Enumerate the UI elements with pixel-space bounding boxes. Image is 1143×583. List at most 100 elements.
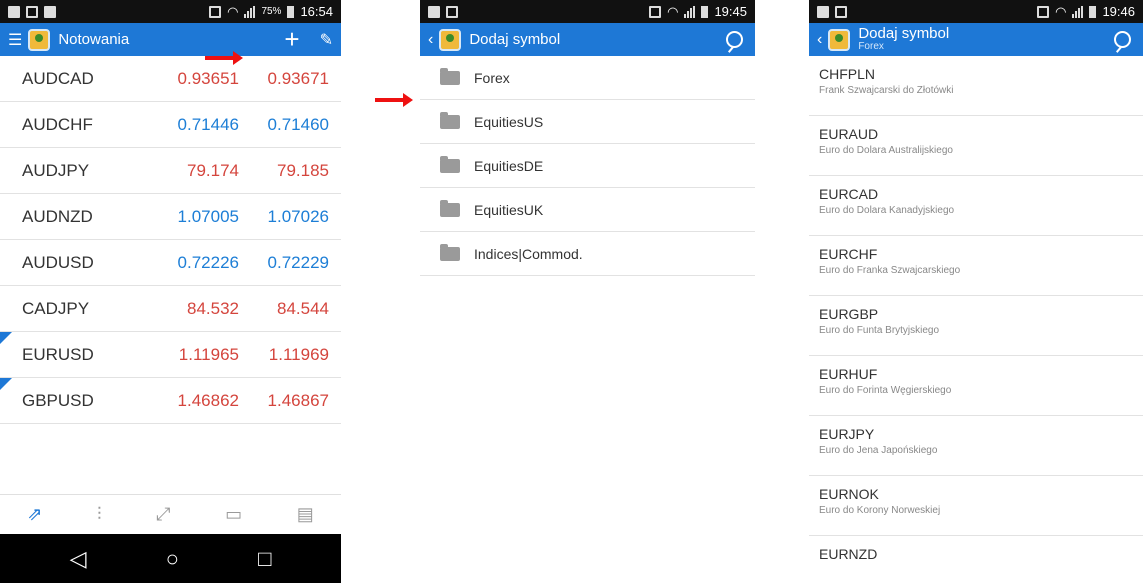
symbol-name: AUDCAD (22, 68, 94, 88)
quote-list: AUDCAD 0.93651 0.93671 AUDCHF 0.71446 0.71460… (0, 56, 341, 424)
bid-price: 0.71446 (177, 114, 239, 134)
symbol-row[interactable]: EURCHF Euro do Franka Szwajcarskiego (809, 236, 1143, 296)
page-title: Dodaj symbol (469, 31, 561, 48)
status-time: 19:45 (714, 4, 747, 19)
page-subtitle: Forex (858, 41, 884, 53)
symbol-name: GBPUSD (22, 390, 94, 410)
add-symbol-icon[interactable]: + (284, 24, 299, 55)
symbol-description: Euro do Dolara Australijskiego (819, 145, 953, 156)
symbol-group-row[interactable]: Forex (420, 56, 755, 100)
group-name: EquitiesUK (474, 201, 544, 218)
add-symbol-forex-screen: ◠ 19:46 ‹ Dodaj symbol Forex CHFPLN Frank… (809, 0, 1143, 583)
ask-price: 84.544 (277, 298, 329, 318)
ask-price: 1.11969 (268, 344, 329, 364)
phone-icon (209, 5, 222, 18)
app-notification-icon (446, 5, 458, 18)
symbol-name: CADJPY (22, 298, 90, 318)
symbol-row[interactable]: CHFPLN Frank Szwajcarski do Złotówki (809, 56, 1143, 116)
back-chevron-icon[interactable]: ‹ (817, 31, 822, 49)
group-name: Indices|Commod. (474, 245, 583, 262)
red-arrow-annotation (375, 93, 413, 107)
history-icon[interactable]: ▭ (225, 504, 242, 525)
folder-icon (440, 199, 460, 217)
symbol-row[interactable]: EURNOK Euro do Korony Norweskiej (809, 476, 1143, 536)
bid-price: 84.532 (187, 298, 239, 318)
edit-icon[interactable]: ✎ (320, 30, 333, 50)
battery-icon (701, 5, 709, 18)
signal-icon (244, 5, 256, 18)
symbol-row[interactable]: EURHUF Euro do Forinta Węgierskiego (809, 356, 1143, 416)
symbol-name: EURUSD (22, 344, 94, 364)
quote-row[interactable]: AUDUSD 0.72226 0.72229 (0, 240, 341, 286)
wifi-icon: ◠ (1055, 3, 1067, 19)
journal-icon[interactable]: ▤ (297, 504, 314, 525)
symbol-description: Euro do Dolara Kanadyjskiego (819, 205, 955, 216)
symbol-group-row[interactable]: EquitiesUS (420, 100, 755, 144)
signal-icon (1072, 5, 1084, 18)
app-logo (28, 28, 51, 51)
android-nav-bar: ◁ ○ □ (0, 534, 341, 583)
app-bar: ‹ Dodaj symbol Forex (809, 23, 1143, 56)
symbol-description: Euro do Forinta Węgierskiego (819, 385, 952, 396)
bid-price: 1.46862 (177, 390, 239, 410)
symbol-name: AUDUSD (22, 252, 94, 272)
battery-percent: 75% (261, 6, 282, 17)
symbol-name: AUDNZD (22, 206, 93, 226)
home-nav-icon[interactable]: ○ (166, 546, 179, 572)
ask-price: 0.71460 (267, 114, 329, 134)
chart-icon[interactable]: ⫶ (97, 504, 102, 525)
symbol-name: CHFPLN (819, 66, 876, 82)
symbol-row[interactable]: EURCAD Euro do Dolara Kanadyjskiego (809, 176, 1143, 236)
trade-icon[interactable]: ⤢ (156, 504, 170, 525)
symbol-group-row[interactable]: Indices|Commod. (420, 232, 755, 276)
group-name: EquitiesUS (474, 113, 544, 130)
folder-icon (440, 67, 460, 85)
battery-icon (1089, 5, 1097, 18)
quote-row[interactable]: AUDCAD 0.93651 0.93671 (0, 56, 341, 102)
recents-nav-icon[interactable]: □ (258, 546, 271, 572)
quote-row[interactable]: GBPUSD 1.46862 1.46867 (0, 378, 341, 424)
group-list: Forex EquitiesUS EquitiesDE EquitiesUK Indic… (420, 56, 755, 276)
ask-price: 0.93671 (267, 68, 329, 88)
image-notification-icon (817, 5, 829, 18)
symbol-description: Euro do Franka Szwajcarskiego (819, 265, 961, 276)
symbol-row[interactable]: EURAUD Euro do Dolara Australijskiego (809, 116, 1143, 176)
back-chevron-icon[interactable]: ‹ (428, 31, 433, 49)
back-nav-icon[interactable]: ◁ (70, 546, 87, 572)
corner-marker (0, 378, 12, 390)
symbol-description: Euro do Jena Japońskiego (819, 445, 938, 456)
symbol-description: Euro do Korony Norweskiej (819, 505, 941, 516)
app-notification-icon (26, 5, 38, 18)
bag-notification-icon (44, 5, 56, 18)
quotes-icon[interactable]: ⇗ (27, 504, 42, 525)
quotes-screen: ◠ 75% 16:54 ☰ Notowania + ✎ AUDCAD 0.9365… (0, 0, 341, 583)
red-arrow-annotation (205, 51, 243, 65)
quote-row[interactable]: AUDJPY 79.174 79.185 (0, 148, 341, 194)
bid-price: 1.07005 (177, 206, 239, 226)
symbol-name: EURCHF (819, 246, 878, 262)
quote-row[interactable]: CADJPY 84.532 84.544 (0, 286, 341, 332)
search-icon[interactable] (1114, 31, 1131, 48)
signal-icon (684, 5, 696, 18)
symbol-row[interactable]: EURNZD (809, 536, 1143, 583)
quote-row[interactable]: AUDCHF 0.71446 0.71460 (0, 102, 341, 148)
symbol-row[interactable]: EURJPY Euro do Jena Japońskiego (809, 416, 1143, 476)
folder-icon (440, 111, 460, 129)
ask-price: 0.72229 (267, 252, 329, 272)
quote-row[interactable]: AUDNZD 1.07005 1.07026 (0, 194, 341, 240)
menu-icon[interactable]: ☰ (8, 30, 22, 50)
symbol-name: EURCAD (819, 186, 879, 202)
quote-row[interactable]: EURUSD 1.11965 1.11969 (0, 332, 341, 378)
wifi-icon: ◠ (667, 3, 679, 19)
status-time: 19:46 (1102, 4, 1135, 19)
symbol-name: EURAUD (819, 126, 879, 142)
symbol-row[interactable]: EURGBP Euro do Funta Brytyjskiego (809, 296, 1143, 356)
status-bar: ◠ 19:46 (809, 0, 1143, 23)
symbol-name: EURNZD (819, 546, 878, 562)
battery-icon (287, 5, 295, 18)
corner-marker (0, 332, 12, 344)
symbol-group-row[interactable]: EquitiesDE (420, 144, 755, 188)
symbol-group-row[interactable]: EquitiesUK (420, 188, 755, 232)
ask-price: 1.46867 (267, 390, 329, 410)
search-icon[interactable] (726, 31, 743, 48)
